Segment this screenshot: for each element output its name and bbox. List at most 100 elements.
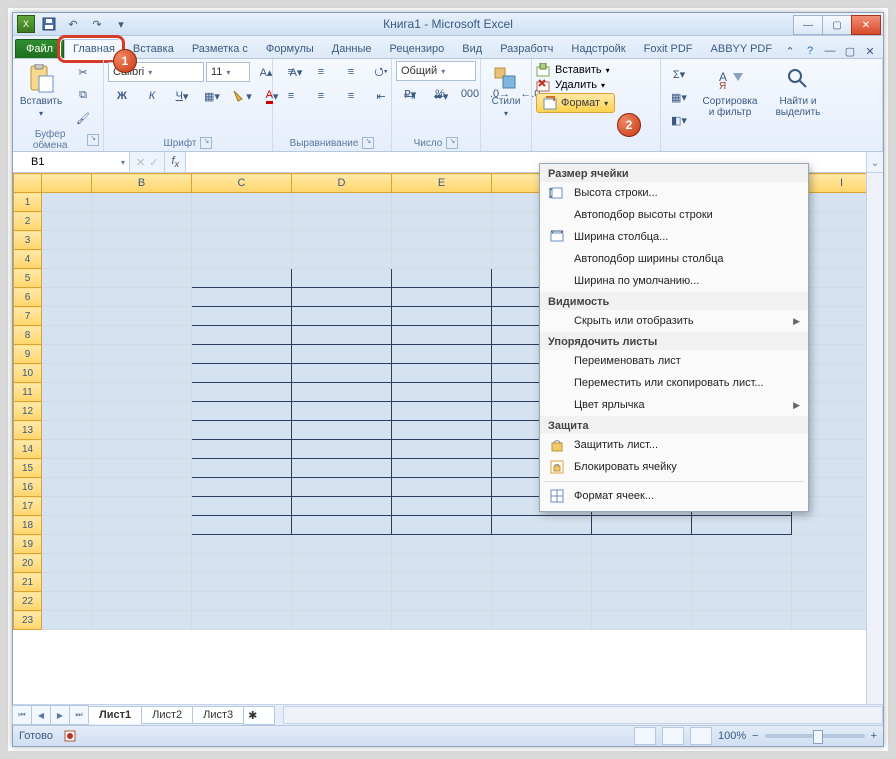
cell[interactable] xyxy=(92,478,192,497)
sheet-nav-prev-icon[interactable]: ◀ xyxy=(31,705,51,725)
cell[interactable] xyxy=(192,459,292,478)
sheet-tab[interactable]: Лист3 xyxy=(192,706,244,724)
currency-icon[interactable]: ₽▾ xyxy=(396,83,424,105)
cell[interactable] xyxy=(42,231,92,250)
percent-icon[interactable]: % xyxy=(426,83,454,105)
cell[interactable] xyxy=(292,193,392,212)
cell[interactable] xyxy=(192,383,292,402)
row-header[interactable]: 13 xyxy=(14,421,42,440)
cell[interactable] xyxy=(192,573,292,592)
cell[interactable] xyxy=(392,573,492,592)
cell[interactable] xyxy=(192,345,292,364)
cell[interactable] xyxy=(92,250,192,269)
cell[interactable] xyxy=(42,212,92,231)
close-button[interactable]: ✕ xyxy=(851,15,881,35)
menu-hide-show[interactable]: Скрыть или отобразить ▶ xyxy=(540,310,808,332)
cell[interactable] xyxy=(392,611,492,630)
cell[interactable] xyxy=(292,478,392,497)
cell[interactable] xyxy=(292,516,392,535)
tab-addins[interactable]: Надстройк xyxy=(562,39,634,58)
tab-developer[interactable]: Разработч xyxy=(491,39,562,58)
select-all-corner[interactable] xyxy=(14,174,42,193)
cell[interactable] xyxy=(392,193,492,212)
mdi-min-icon[interactable]: — xyxy=(823,44,837,58)
cell[interactable] xyxy=(792,573,867,592)
menu-format-cells[interactable]: Формат ячеек... xyxy=(540,485,808,507)
cell[interactable] xyxy=(192,269,292,288)
align-launcher-icon[interactable]: ↘ xyxy=(362,137,374,149)
cell[interactable] xyxy=(42,554,92,573)
cell[interactable] xyxy=(42,535,92,554)
cell[interactable] xyxy=(192,402,292,421)
cell[interactable] xyxy=(592,592,692,611)
cell[interactable] xyxy=(92,516,192,535)
sheet-nav-last-icon[interactable]: ⏭ xyxy=(69,705,89,725)
row-header[interactable]: 14 xyxy=(14,440,42,459)
align-left-icon[interactable]: ≡ xyxy=(277,85,305,107)
row-header[interactable]: 21 xyxy=(14,573,42,592)
sheet-nav-next-icon[interactable]: ▶ xyxy=(50,705,70,725)
row-header[interactable]: 20 xyxy=(14,554,42,573)
cell[interactable] xyxy=(42,307,92,326)
cell[interactable] xyxy=(42,459,92,478)
cell[interactable] xyxy=(92,307,192,326)
cell[interactable] xyxy=(42,592,92,611)
cell[interactable] xyxy=(192,535,292,554)
bold-icon[interactable]: Ж xyxy=(108,85,136,107)
cell[interactable] xyxy=(92,611,192,630)
qat-dropdown-icon[interactable]: ▾ xyxy=(111,14,131,34)
row-header[interactable]: 22 xyxy=(14,592,42,611)
border-icon[interactable]: ▦▾ xyxy=(198,85,226,107)
col-header[interactable]: D xyxy=(292,174,392,193)
cell[interactable] xyxy=(92,402,192,421)
sort-filter-button[interactable]: AЯ Сортировка и фильтр xyxy=(697,61,763,121)
sheet-tab[interactable]: Лист2 xyxy=(141,706,193,724)
cell[interactable] xyxy=(92,345,192,364)
cell[interactable] xyxy=(792,554,867,573)
cell[interactable] xyxy=(92,554,192,573)
cell[interactable] xyxy=(292,250,392,269)
redo-icon[interactable]: ↷ xyxy=(87,14,107,34)
cell[interactable] xyxy=(392,326,492,345)
row-header[interactable]: 3 xyxy=(14,231,42,250)
cell[interactable] xyxy=(192,497,292,516)
menu-row-height[interactable]: Высота строки... xyxy=(540,182,808,204)
expand-formula-icon[interactable]: ⌄ xyxy=(866,152,883,172)
cell[interactable] xyxy=(392,307,492,326)
cell[interactable] xyxy=(92,459,192,478)
row-header[interactable]: 6 xyxy=(14,288,42,307)
cell[interactable] xyxy=(42,193,92,212)
enter-formula-icon[interactable]: ✓ xyxy=(149,156,158,169)
cell[interactable] xyxy=(292,212,392,231)
cell[interactable] xyxy=(492,516,592,535)
view-normal-icon[interactable] xyxy=(634,727,656,745)
cell[interactable] xyxy=(42,383,92,402)
cell[interactable] xyxy=(692,516,792,535)
undo-icon[interactable]: ↶ xyxy=(63,14,83,34)
cell[interactable] xyxy=(792,611,867,630)
zoom-level[interactable]: 100% xyxy=(718,730,746,742)
cell[interactable] xyxy=(42,269,92,288)
cell[interactable] xyxy=(292,459,392,478)
row-header[interactable]: 11 xyxy=(14,383,42,402)
cell[interactable] xyxy=(392,421,492,440)
cell[interactable] xyxy=(42,478,92,497)
cell[interactable] xyxy=(292,440,392,459)
row-header[interactable]: 4 xyxy=(14,250,42,269)
styles-button[interactable]: Стили▾ xyxy=(485,61,527,121)
cell[interactable] xyxy=(92,288,192,307)
cell[interactable] xyxy=(42,345,92,364)
tab-formulas[interactable]: Формулы xyxy=(257,39,323,58)
sheet-nav-first-icon[interactable]: ⏮ xyxy=(12,705,32,725)
row-header[interactable]: 2 xyxy=(14,212,42,231)
align-bottom-icon[interactable]: ≡ xyxy=(337,61,365,83)
menu-col-width[interactable]: Ширина столбца... xyxy=(540,226,808,248)
new-sheet-icon[interactable]: ✱ xyxy=(243,706,275,725)
menu-lock-cell[interactable]: Блокировать ячейку xyxy=(540,456,808,478)
cell[interactable] xyxy=(592,611,692,630)
align-center-icon[interactable]: ≡ xyxy=(307,85,335,107)
underline-icon[interactable]: Ч▾ xyxy=(168,85,196,107)
cell[interactable] xyxy=(392,288,492,307)
cell[interactable] xyxy=(192,288,292,307)
name-box[interactable]: B1▾ xyxy=(13,152,130,172)
